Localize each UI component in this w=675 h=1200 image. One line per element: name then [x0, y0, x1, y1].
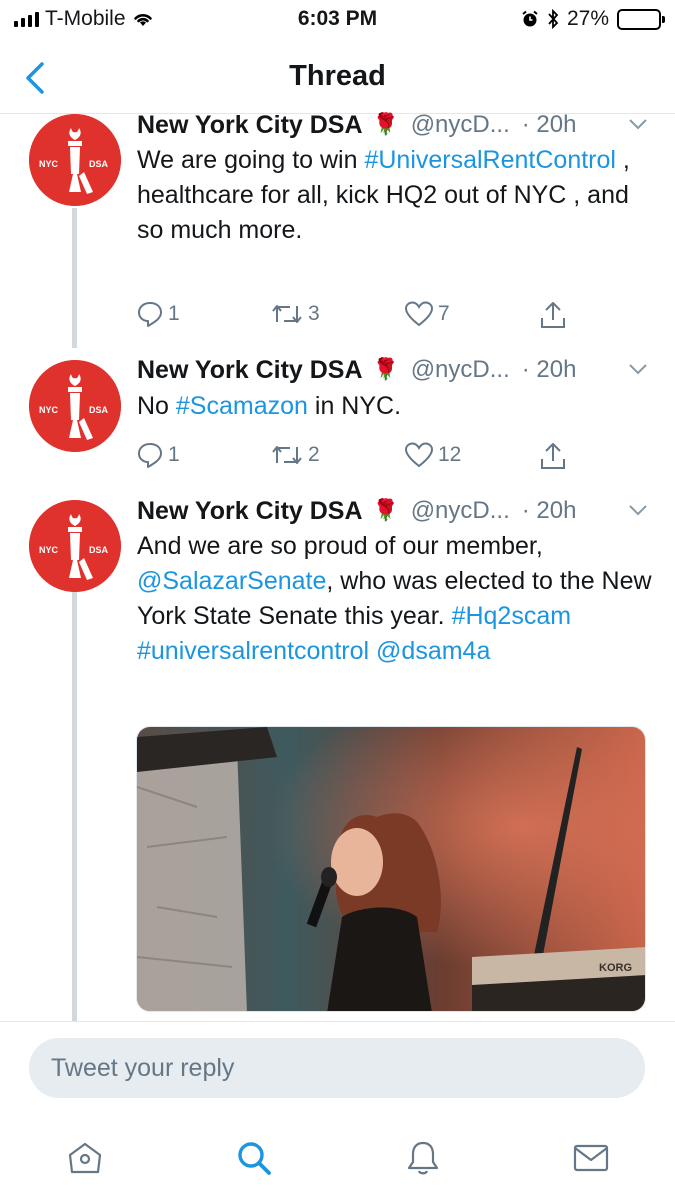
share-icon: [541, 443, 565, 469]
tweet-text-segment: And we are so proud of our member,: [137, 532, 543, 560]
reply-count: 1: [168, 443, 180, 466]
share-icon: [541, 302, 565, 328]
tweet-text: And we are so proud of our member, @Sala…: [137, 529, 657, 669]
author-handle[interactable]: @nycD...: [411, 497, 510, 525]
retweet-icon: [272, 305, 302, 323]
like-count: 12: [438, 443, 462, 466]
like-action[interactable]: 7: [404, 300, 450, 328]
tab-notifications[interactable]: [401, 1136, 445, 1180]
rose-emoji: 🌹: [372, 499, 399, 522]
thread-line: [72, 208, 77, 348]
hashtag-link[interactable]: #universalrentcontrol: [137, 637, 369, 665]
status-bar: T-Mobile 6:03 PM 27%: [0, 0, 675, 40]
nyc-dsa-logo: NYC DSA: [29, 114, 121, 206]
tweet-text-segment: We are going to win: [137, 146, 365, 174]
retweet-count: 2: [308, 443, 320, 466]
share-action[interactable]: [538, 300, 568, 330]
svg-text:DSA: DSA: [89, 545, 109, 555]
hashtag-link[interactable]: #Scamazon: [176, 392, 308, 420]
tweet-actions: 1 3 7: [136, 300, 576, 334]
mention-link[interactable]: @SalazarSenate: [137, 567, 326, 595]
home-icon: [68, 1142, 102, 1174]
tweet-text: We are going to win #UniversalRentContro…: [137, 143, 657, 248]
tweet-time: · 20h: [521, 111, 577, 138]
alarm-icon: [522, 10, 538, 27]
retweet-count: 3: [308, 302, 320, 325]
concert-photo: KORG: [137, 727, 645, 1011]
reply-count: 1: [168, 302, 180, 325]
tab-search[interactable]: [232, 1136, 276, 1180]
status-right: 27%: [521, 7, 665, 31]
tweet-text-segment: in NYC.: [307, 392, 402, 420]
tweet-header: New York City DSA 🌹 @nycD... · 20h: [137, 493, 649, 529]
bell-icon: [407, 1141, 439, 1175]
search-icon: [238, 1142, 271, 1175]
nyc-dsa-logo: NYC DSA: [29, 500, 121, 592]
author-name[interactable]: New York City DSA: [137, 356, 363, 385]
tweet-text-segment: No: [137, 392, 176, 420]
like-count: 7: [438, 302, 450, 325]
rose-emoji: 🌹: [372, 358, 399, 381]
avatar[interactable]: NYC DSA: [29, 500, 121, 592]
hashtag-link[interactable]: #UniversalRentControl: [364, 146, 616, 174]
tweet-photo[interactable]: KORG: [136, 726, 646, 1012]
reply-bar: [0, 1021, 675, 1117]
chevron-down-icon[interactable]: [627, 358, 649, 380]
bluetooth-icon: [548, 9, 559, 29]
heart-icon: [404, 442, 434, 468]
author-handle[interactable]: @nycD...: [411, 111, 510, 139]
svg-text:DSA: DSA: [89, 405, 109, 415]
retweet-action[interactable]: 2: [270, 441, 320, 469]
author-handle[interactable]: @nycD...: [411, 356, 510, 384]
battery-icon: [617, 8, 665, 30]
reply-action[interactable]: 1: [136, 441, 180, 469]
avatar[interactable]: NYC DSA: [29, 114, 121, 206]
chevron-down-icon[interactable]: [627, 113, 649, 135]
reply-input[interactable]: [29, 1038, 645, 1098]
page-title: Thread: [289, 60, 386, 92]
mention-link[interactable]: @dsam4a: [376, 637, 490, 665]
reply-icon: [138, 443, 162, 468]
thread-line: [72, 592, 77, 1022]
retweet-action[interactable]: 3: [270, 300, 320, 328]
tweet-time: · 20h: [521, 356, 577, 383]
nav-bar: Thread: [0, 44, 675, 114]
reply-action[interactable]: 1: [136, 300, 180, 328]
tweet-text-segment: [369, 637, 376, 665]
tab-home[interactable]: [63, 1136, 107, 1180]
battery-percent: 27%: [566, 7, 609, 30]
tweet-text: No #Scamazon in NYC.: [137, 389, 657, 424]
author-name[interactable]: New York City DSA: [137, 497, 363, 526]
tweet-time: · 20h: [521, 497, 577, 524]
reply-icon: [138, 302, 162, 327]
svg-text:NYC: NYC: [39, 405, 59, 415]
chevron-down-icon[interactable]: [627, 499, 649, 521]
svg-text:NYC: NYC: [39, 159, 59, 169]
hashtag-link[interactable]: #Hq2scam: [452, 602, 572, 630]
rose-emoji: 🌹: [372, 113, 399, 136]
svg-text:NYC: NYC: [39, 545, 59, 555]
heart-icon: [404, 301, 434, 327]
tab-bar: [0, 1118, 675, 1200]
svg-text:DSA: DSA: [89, 159, 109, 169]
like-action[interactable]: 12: [404, 441, 461, 469]
tab-messages[interactable]: [569, 1136, 613, 1180]
avatar[interactable]: NYC DSA: [29, 360, 121, 452]
share-action[interactable]: [538, 441, 568, 471]
author-name[interactable]: New York City DSA: [137, 111, 363, 140]
nyc-dsa-logo: NYC DSA: [29, 360, 121, 452]
retweet-icon: [272, 446, 302, 464]
tweet-header: New York City DSA 🌹 @nycD... · 20h: [137, 107, 649, 143]
svg-text:KORG: KORG: [599, 962, 632, 974]
tweet-actions: 1 2 12: [136, 441, 576, 475]
mail-icon: [573, 1144, 609, 1172]
tweet-header: New York City DSA 🌹 @nycD... · 20h: [137, 352, 649, 388]
